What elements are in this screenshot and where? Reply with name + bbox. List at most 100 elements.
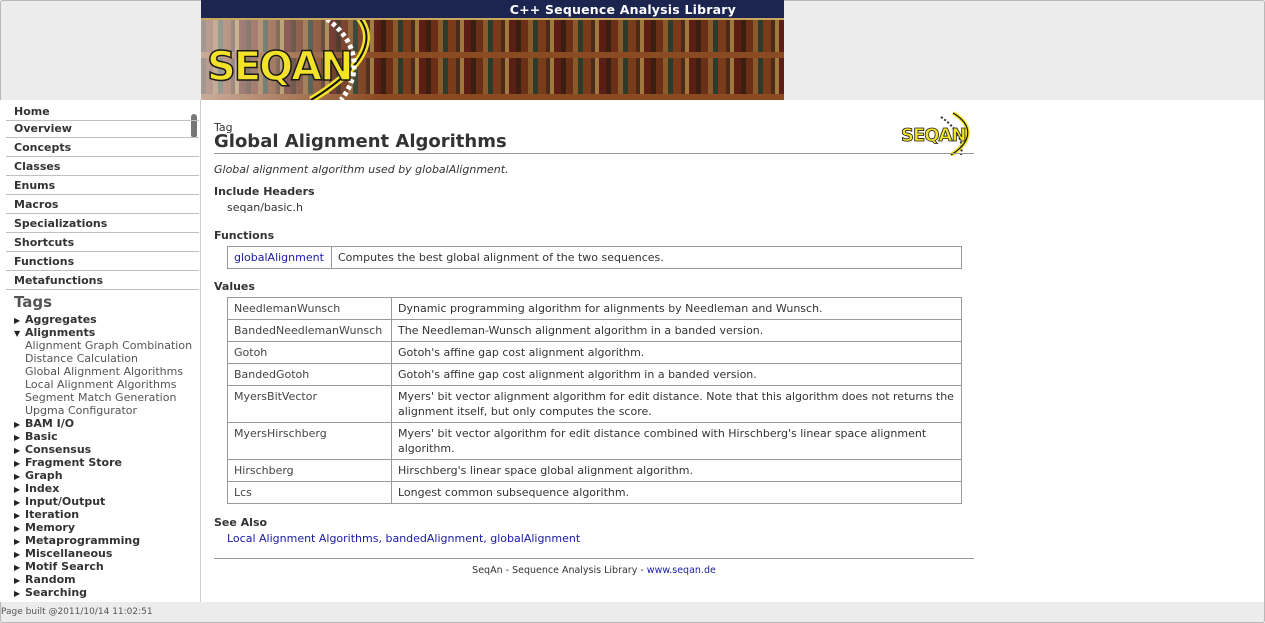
- see-also-links: Local Alignment Algorithms, bandedAlignm…: [227, 532, 580, 545]
- footer-text: SeqAn - Sequence Analysis Library -: [472, 565, 647, 576]
- value-row: MyersBitVector Myers' bit vector alignmen…: [227, 385, 962, 423]
- triangle-right-icon[interactable]: ▶: [14, 537, 25, 546]
- tag-item-segment-match-generation[interactable]: Segment Match Generation: [25, 391, 176, 404]
- tag-group-searching[interactable]: ▶ Searching: [14, 586, 87, 599]
- value-description: Gotoh's affine gap cost alignment algori…: [391, 363, 962, 386]
- value-description: Longest common subsequence algorithm.: [391, 481, 962, 504]
- value-description: Dynamic programming algorithm for alignm…: [391, 297, 962, 320]
- sidebar-item-concepts[interactable]: Concepts: [6, 138, 199, 157]
- tag-group-label: Basic: [25, 430, 58, 443]
- see-also-heading: See Also: [214, 516, 268, 529]
- function-description: Computes the best global alignment of th…: [331, 246, 962, 269]
- value-description: The Needleman-Wunsch alignment algorithm…: [391, 319, 962, 342]
- banner-title: C++ Sequence Analysis Library: [509, 2, 736, 17]
- tag-description: Global alignment algorithm used by globa…: [214, 163, 509, 176]
- see-also-link[interactable]: Local Alignment Algorithms: [227, 532, 378, 545]
- sidebar-item-functions[interactable]: Functions: [6, 252, 199, 271]
- triangle-right-icon[interactable]: ▶: [14, 459, 25, 468]
- tag-group-bam-i-o[interactable]: ▶ BAM I/O: [14, 417, 74, 430]
- page-title: Global Alignment Algorithms: [214, 131, 507, 152]
- triangle-right-icon[interactable]: ▶: [14, 524, 25, 533]
- tag-group-miscellaneous[interactable]: ▶ Miscellaneous: [14, 547, 112, 560]
- tag-group-alignments[interactable]: ▼ Alignments: [14, 326, 95, 339]
- triangle-right-icon[interactable]: ▶: [14, 433, 25, 442]
- tag-group-iteration[interactable]: ▶ Iteration: [14, 508, 79, 521]
- tag-item-global-alignment-algorithms[interactable]: Global Alignment Algorithms: [25, 365, 183, 378]
- value-row: MyersHirschberg Myers' bit vector algorit…: [227, 422, 962, 460]
- value-description: Myers' bit vector alignment algorithm fo…: [391, 385, 962, 423]
- value-row: NeedlemanWunsch Dynamic programming algor…: [227, 297, 962, 320]
- tag-group-label: Consensus: [25, 443, 92, 456]
- sidebar-item-specializations[interactable]: Specializations: [6, 214, 199, 233]
- tag-group-label: Graph: [25, 469, 63, 482]
- tag-group-label: Random: [25, 573, 76, 586]
- triangle-right-icon[interactable]: ▶: [14, 576, 25, 585]
- function-row: globalAlignment Computes the best global …: [227, 246, 962, 269]
- tag-group-random[interactable]: ▶ Random: [14, 573, 76, 586]
- value-name: MyersBitVector: [227, 385, 392, 423]
- triangle-right-icon[interactable]: ▶: [14, 589, 25, 598]
- page-built-timestamp: Page built @2011/10/14 11:02:51: [1, 607, 153, 617]
- tag-group-input-output[interactable]: ▶ Input/Output: [14, 495, 105, 508]
- banner-title-bar: C++ Sequence Analysis Library: [201, 0, 784, 20]
- value-description: Myers' bit vector algorithm for edit dis…: [391, 422, 962, 460]
- triangle-right-icon[interactable]: ▶: [14, 550, 25, 559]
- function-link[interactable]: globalAlignment: [234, 251, 324, 264]
- tag-group-label: Iteration: [25, 508, 80, 521]
- tag-group-label: Fragment Store: [25, 456, 122, 469]
- tag-group-label: Memory: [25, 521, 76, 534]
- footer-website-link[interactable]: www.seqan.de: [647, 565, 716, 576]
- main-content: Tag Global Alignment Algorithms SEQAN Gl…: [201, 100, 1264, 602]
- tag-group-memory[interactable]: ▶ Memory: [14, 521, 75, 534]
- value-name: BandedNeedlemanWunsch: [227, 319, 392, 342]
- see-also-link[interactable]: globalAlignment: [490, 532, 580, 545]
- value-description: Hirschberg's linear space global alignme…: [391, 459, 962, 482]
- tag-group-consensus[interactable]: ▶ Consensus: [14, 443, 91, 456]
- sidebar-item-shortcuts[interactable]: Shortcuts: [6, 233, 199, 252]
- value-description: Gotoh's affine gap cost alignment algori…: [391, 341, 962, 364]
- tag-group-label: Metaprogramming: [25, 534, 141, 547]
- tag-item-distance-calculation[interactable]: Distance Calculation: [25, 352, 138, 365]
- triangle-right-icon[interactable]: ▶: [14, 420, 25, 429]
- tag-item-alignment-graph-combination[interactable]: Alignment Graph Combination: [25, 339, 192, 352]
- sidebar-item-overview[interactable]: Overview: [6, 119, 199, 138]
- tags-heading: Tags: [14, 293, 53, 311]
- sidebar: Home Overview Concepts Classes Enums Macros Sp…: [0, 100, 201, 602]
- include-header-file: seqan/basic.h: [227, 201, 303, 214]
- tag-group-metaprogramming[interactable]: ▶ Metaprogramming: [14, 534, 140, 547]
- see-also-link[interactable]: bandedAlignment: [385, 532, 483, 545]
- value-name: NeedlemanWunsch: [227, 297, 392, 320]
- tag-group-label: Motif Search: [25, 560, 104, 573]
- tag-group-label: Alignments: [25, 326, 96, 339]
- triangle-right-icon[interactable]: ▶: [14, 511, 25, 520]
- sidebar-item-enums[interactable]: Enums: [6, 176, 199, 195]
- seqan-small-logo: SEQAN: [901, 111, 973, 156]
- tag-group-motif-search[interactable]: ▶ Motif Search: [14, 560, 104, 573]
- value-row: Lcs Longest common subsequence algorithm.: [227, 481, 962, 504]
- tag-group-fragment-store[interactable]: ▶ Fragment Store: [14, 456, 122, 469]
- tag-item-upgma-configurator[interactable]: Upgma Configurator: [25, 404, 137, 417]
- tag-group-label: Index: [25, 482, 60, 495]
- value-name: Lcs: [227, 481, 392, 504]
- triangle-right-icon[interactable]: ▶: [14, 472, 25, 481]
- triangle-down-icon[interactable]: ▼: [14, 329, 25, 338]
- tag-group-graph[interactable]: ▶ Graph: [14, 469, 63, 482]
- triangle-right-icon[interactable]: ▶: [14, 485, 25, 494]
- tag-item-local-alignment-algorithms[interactable]: Local Alignment Algorithms: [25, 378, 176, 391]
- sidebar-item-metafunctions[interactable]: Metafunctions: [6, 271, 199, 290]
- value-row: Gotoh Gotoh's affine gap cost alignment a…: [227, 341, 962, 364]
- triangle-right-icon[interactable]: ▶: [14, 316, 25, 325]
- value-row: BandedGotoh Gotoh's affine gap cost align…: [227, 363, 962, 386]
- tag-group-label: Searching: [25, 586, 88, 599]
- tag-group-index[interactable]: ▶ Index: [14, 482, 59, 495]
- tag-group-aggregates[interactable]: ▶ Aggregates: [14, 313, 97, 326]
- triangle-right-icon[interactable]: ▶: [14, 498, 25, 507]
- value-row: BandedNeedlemanWunsch The Needleman-Wunsc…: [227, 319, 962, 342]
- tag-group-basic[interactable]: ▶ Basic: [14, 430, 58, 443]
- small-logo-text: SEQAN: [901, 125, 967, 147]
- triangle-right-icon[interactable]: ▶: [14, 446, 25, 455]
- sidebar-item-classes[interactable]: Classes: [6, 157, 199, 176]
- triangle-right-icon[interactable]: ▶: [14, 563, 25, 572]
- value-name: Gotoh: [227, 341, 392, 364]
- sidebar-item-macros[interactable]: Macros: [6, 195, 199, 214]
